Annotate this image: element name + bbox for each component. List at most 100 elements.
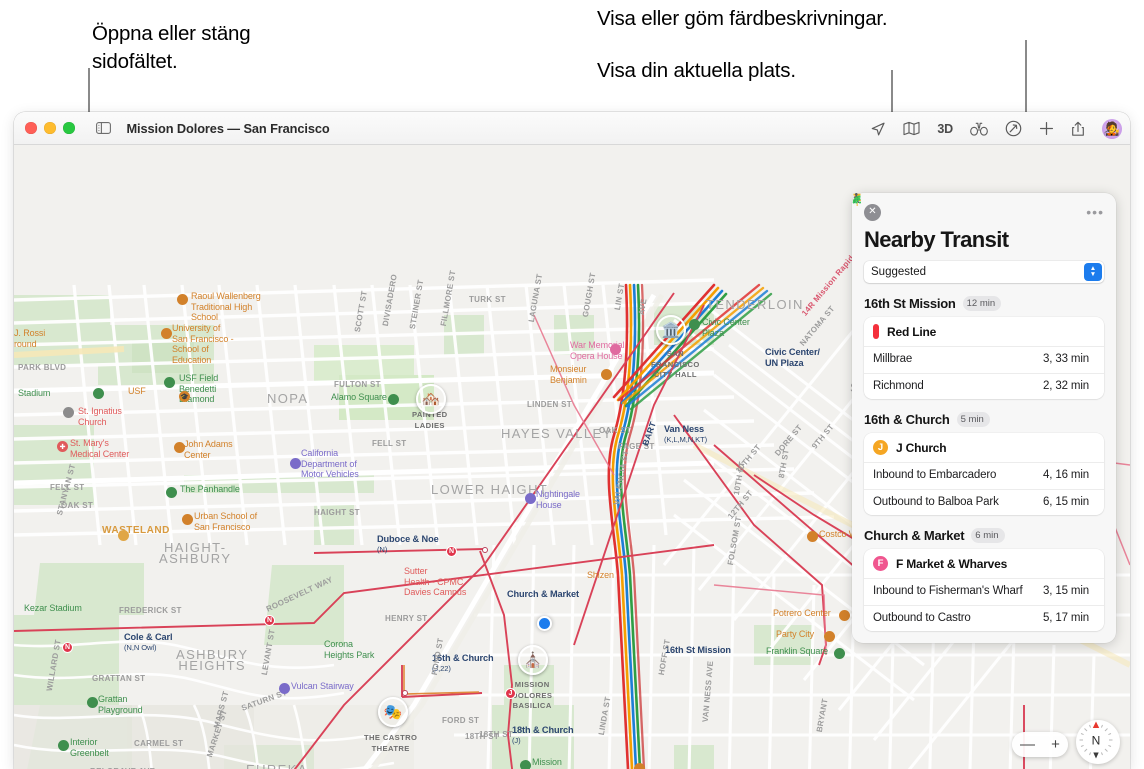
route-letter-badge: J — [873, 440, 888, 455]
poi-dot-panhandle[interactable] — [166, 487, 177, 498]
transit-route-header[interactable]: J J Church — [864, 433, 1104, 462]
poi-dot-nightingale[interactable] — [525, 493, 536, 504]
directions-icon[interactable] — [1005, 120, 1022, 137]
poi-dot-raoul-wallenberg[interactable] — [177, 294, 188, 305]
poi-dot-john-adams[interactable] — [174, 442, 185, 453]
poi-dot-st-ignatius[interactable] — [63, 407, 74, 418]
poi-dot-dolores-park[interactable] — [520, 760, 531, 769]
transit-stop-n-line-east[interactable]: N — [264, 615, 275, 626]
departure-times: 4, 16 min — [1043, 469, 1089, 481]
maps-window: Mission Dolores — San Francisco 3D — [14, 112, 1130, 769]
walk-time-text: 6 min — [975, 530, 999, 541]
transit-stop-name: Church & Market — [864, 528, 965, 543]
poi-dot-interior-greenbelt[interactable] — [58, 740, 69, 751]
transit-departure-row[interactable]: Outbound to Balboa Park 6, 15 min — [852, 195, 1104, 516]
callout-location-text: Visa din aktuella plats. — [597, 59, 796, 82]
transit-route-card: FF Market & Wharves Inbound to Fisherman'… — [852, 195, 1104, 632]
callout-leader-line-location — [891, 70, 893, 118]
transit-stop-small-1[interactable] — [482, 547, 488, 553]
more-options-icon[interactable]: ••• — [1086, 205, 1104, 219]
transit-stop-name: 16th St Mission — [864, 296, 956, 311]
transit-stop-header: 16th St Mission 12 min — [853, 193, 1104, 311]
transit-filter-select[interactable]: Suggested ▲ ▼ — [864, 261, 1104, 283]
chevron-up-down-icon: ▲ ▼ — [1084, 263, 1102, 281]
map-pin-city-hall[interactable]: 🏛️ — [656, 315, 686, 345]
look-around-binoculars-icon[interactable] — [970, 122, 988, 136]
walk-time-text: 5 min — [960, 414, 984, 425]
poi-dot-usf[interactable]: 🎓 — [179, 391, 190, 402]
route-line-badge — [873, 324, 879, 339]
poi-dot-civic-center-plaza[interactable] — [689, 319, 700, 330]
transit-route-card: Red Line Millbrae 3, 33 min Richmond 2, 32 m… — [852, 193, 1104, 400]
poi-dot-franklin-square[interactable] — [834, 648, 845, 659]
transit-stop-18th-church[interactable]: J — [505, 688, 516, 699]
compass-north-label: N — [1092, 734, 1101, 748]
transit-departure-row[interactable]: Inbound to Embarcadero 4, 16 min — [852, 195, 1104, 489]
departure-times: 6, 15 min — [1043, 495, 1089, 508]
transit-route-name: J Church — [896, 440, 947, 455]
map-zoom-controls[interactable]: — + — [1012, 732, 1068, 757]
close-window-button[interactable] — [25, 122, 37, 134]
poi-dot-hospital[interactable]: ✚ — [57, 441, 68, 452]
add-icon[interactable] — [1039, 121, 1054, 136]
sidebar-glyph — [95, 122, 111, 134]
transit-departure-row[interactable]: Inbound to Fisherman's Wharf 3, 15 min — [852, 195, 1104, 605]
panel-title: Nearby Transit — [864, 227, 1009, 252]
transit-departure-row[interactable]: Millbrae 3, 33 min — [852, 195, 1104, 373]
poi-dot-wasteland[interactable] — [118, 530, 129, 541]
callout-leader-line-sidebar — [88, 68, 90, 118]
departure-destination: Outbound to Balboa Park — [873, 495, 999, 508]
minimize-window-button[interactable] — [44, 122, 56, 134]
callout-directions-text: Visa eller göm färdbeskrivningar. — [597, 7, 888, 30]
poi-dot-party-city[interactable] — [824, 631, 835, 642]
transit-route-name: Red Line — [887, 324, 937, 339]
transit-departure-row[interactable]: Outbound to Castro 5, 17 min — [852, 195, 1104, 632]
transit-route-card: J J Church Inbound to Embarcadero 4, 16 min… — [852, 195, 1104, 516]
poi-dot-usf-education[interactable] — [161, 328, 172, 339]
map-canvas[interactable]: Raoul Wallenberg Traditional High School… — [14, 145, 1130, 769]
departure-destination: Richmond — [873, 379, 924, 392]
location-arrow-icon[interactable] — [870, 121, 886, 137]
poi-dot-monsieur-benjamin[interactable] — [601, 369, 612, 380]
sidebar-toggle-icon[interactable] — [95, 122, 111, 134]
3d-button[interactable]: 3D — [937, 122, 953, 136]
avatar[interactable]: 🧑‍🎤 — [1102, 118, 1122, 139]
poi-dot-urban-school[interactable] — [182, 514, 193, 525]
share-icon[interactable] — [1071, 121, 1085, 137]
map-layers-icon[interactable] — [903, 121, 920, 136]
map-compass[interactable]: N — [1076, 720, 1120, 764]
callout-sidebar-text: Öppna eller stäng sidofältet. — [92, 22, 251, 73]
poi-dot-vulcan[interactable] — [279, 683, 290, 694]
poi-dot-usf-field[interactable] — [164, 377, 175, 388]
zoom-in-button[interactable]: + — [1051, 737, 1060, 752]
poi-dot-potrero-center[interactable] — [839, 610, 850, 621]
departure-times: 5, 17 min — [1043, 611, 1089, 624]
walk-time-text: 12 min — [966, 298, 996, 309]
transit-departure-row[interactable]: Richmond 2, 32 min — [852, 195, 1104, 400]
departure-times: 3, 33 min — [1043, 353, 1089, 365]
transit-stop-duboce-noe[interactable]: N — [446, 546, 457, 557]
map-pin-mission-dolores[interactable]: ⛪ — [518, 645, 548, 675]
window-title: Mission Dolores — San Francisco — [126, 120, 330, 136]
poi-dot-costco[interactable] — [807, 531, 818, 542]
map-pin-painted-ladies[interactable]: 🏘️ — [416, 384, 446, 414]
transit-groups-list: 16th St Mission 12 min Red Line Millbrae 3, … — [852, 193, 1104, 632]
poi-dot-stadium[interactable] — [93, 388, 104, 399]
poi-dot-boba-guys[interactable] — [634, 763, 645, 769]
poi-dot-grattan[interactable] — [87, 697, 98, 708]
transit-route-header[interactable]: F F Market & Wharves — [864, 549, 1104, 578]
transit-stop-cole-carl[interactable]: N — [62, 642, 73, 653]
panel-header-row: ✕ ••• — [864, 203, 1104, 221]
transit-route-header[interactable]: Red Line — [853, 193, 1104, 346]
toolbar-actions: 3D — [870, 112, 1122, 145]
window-toolbar: Mission Dolores — San Francisco 3D — [14, 112, 1130, 145]
poi-dot-opera-house[interactable] — [610, 344, 621, 355]
zoom-window-button[interactable] — [63, 122, 75, 134]
transit-stop-small-2[interactable] — [402, 690, 408, 696]
zoom-out-button[interactable]: — — [1020, 737, 1035, 752]
walk-time-badge: 12 min — [853, 193, 1002, 311]
close-icon[interactable]: ✕ — [864, 203, 881, 221]
poi-dot-alamo-square[interactable] — [388, 394, 399, 405]
poi-dot-dmv[interactable] — [290, 458, 301, 469]
map-pin-castro-theatre[interactable]: 🎭 — [378, 697, 408, 727]
